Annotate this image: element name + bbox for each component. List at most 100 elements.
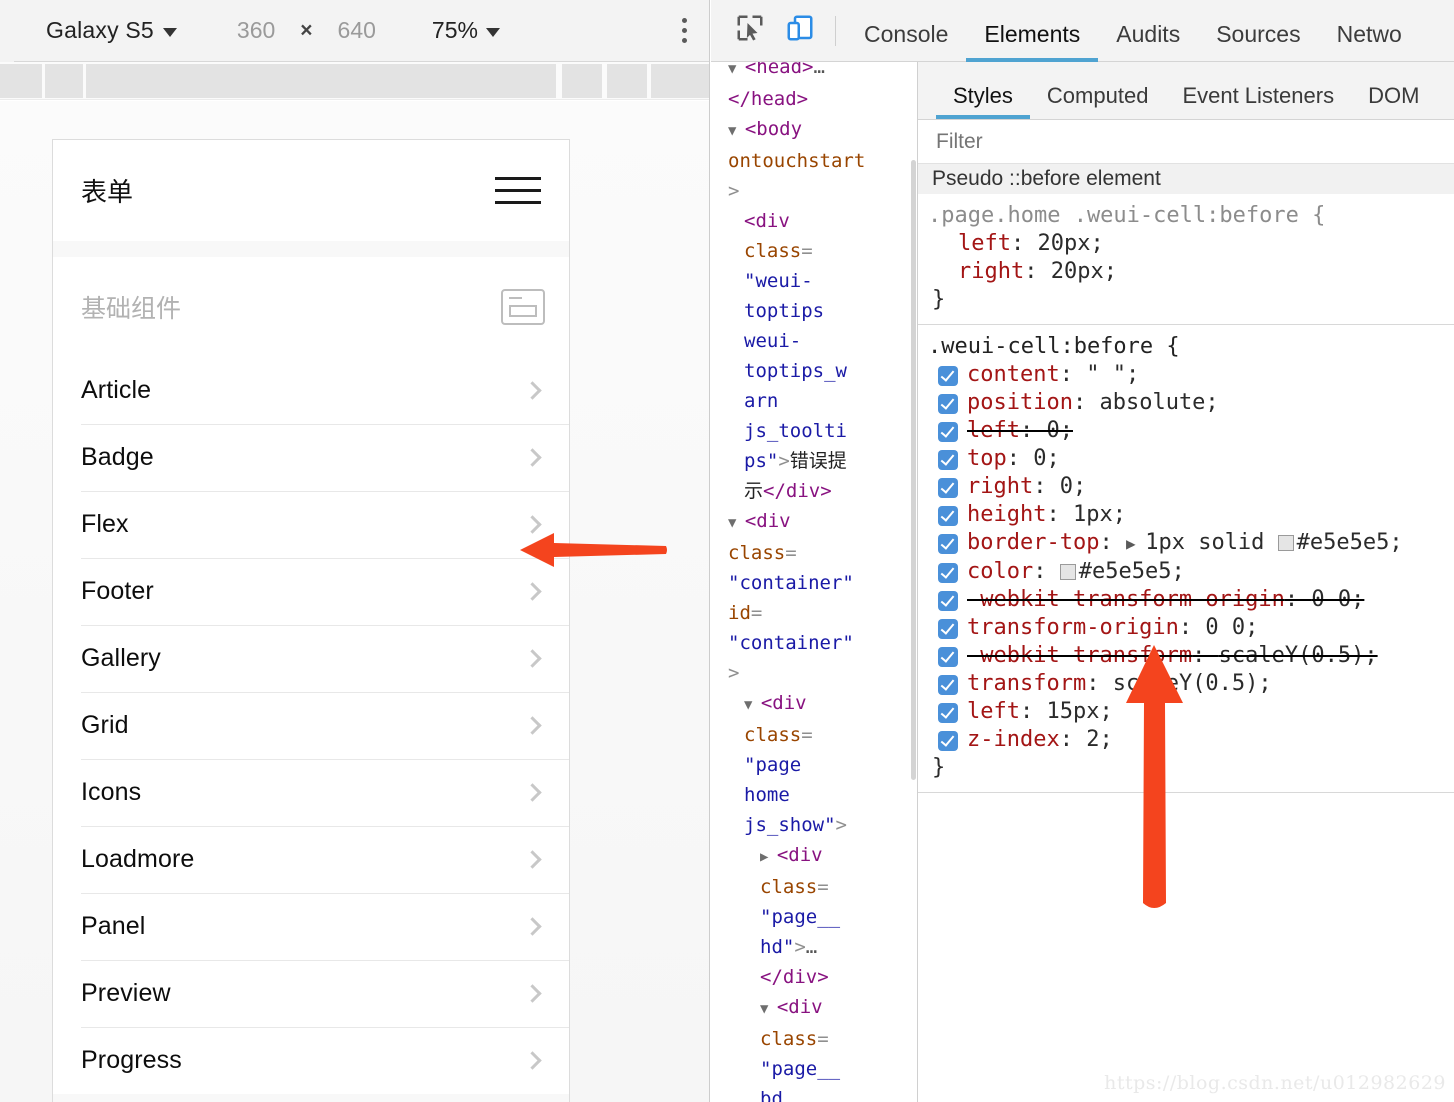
list-item[interactable]: Flex — [53, 491, 569, 558]
tab-netwo[interactable]: Netwo — [1319, 21, 1420, 62]
dom-node-line[interactable]: "weui- — [728, 266, 909, 296]
device-more-options-button[interactable] — [674, 12, 695, 49]
viewport-height-input[interactable]: 640 — [338, 17, 376, 44]
declaration-checkbox[interactable] — [938, 534, 958, 554]
css-declaration[interactable]: -webkit-transform: scaleY(0.5); — [928, 642, 1454, 670]
css-property-value[interactable]: 1px; — [1073, 502, 1126, 527]
css-property-name[interactable]: content — [967, 362, 1060, 387]
css-property-name[interactable]: right — [967, 474, 1033, 499]
media-query-segment[interactable] — [86, 64, 556, 98]
css-property-name[interactable]: height — [967, 502, 1046, 527]
css-property-name[interactable]: top — [967, 446, 1007, 471]
dom-node-line[interactable]: toptips_w — [728, 356, 909, 386]
css-declaration[interactable]: left: 15px; — [928, 698, 1454, 726]
css-value-color[interactable]: #e5e5e5; — [1079, 559, 1185, 584]
declaration-checkbox[interactable] — [938, 591, 958, 611]
dom-node-line[interactable]: > — [728, 176, 909, 206]
css-value-color[interactable]: #e5e5e5; — [1297, 530, 1403, 555]
inspect-element-icon[interactable] — [725, 7, 775, 54]
hamburger-menu-icon[interactable] — [491, 173, 545, 208]
dom-node-line[interactable]: ▶ <div — [728, 840, 909, 872]
css-declaration[interactable]: color: #e5e5e5; — [928, 558, 1454, 586]
dom-node-line[interactable]: home — [728, 780, 909, 810]
sidebar-tab-computed[interactable]: Computed — [1030, 83, 1166, 119]
media-query-segment[interactable] — [607, 64, 647, 98]
dom-tree-pane[interactable]: ▼ <head>… </head> ▼ <body ontouchstart > <div… — [710, 0, 918, 1102]
expand-triangle-icon[interactable]: ▶ — [760, 849, 777, 865]
dom-node-line[interactable]: hd">… — [728, 932, 909, 962]
css-property-name[interactable]: left — [967, 699, 1020, 724]
css-property-name[interactable]: z-index — [967, 727, 1060, 752]
list-item[interactable]: Gallery — [53, 625, 569, 692]
device-selector[interactable]: Galaxy S5 — [46, 17, 177, 44]
dom-node-line[interactable]: </div> — [728, 962, 909, 992]
dom-node-line[interactable]: class= — [728, 1024, 909, 1054]
styles-sidebar-tabs[interactable]: Styles Computed Event Listeners DOM — [918, 62, 1454, 120]
css-declaration[interactable]: -webkit-transform-origin: 0 0; — [928, 586, 1454, 614]
expand-triangle-icon[interactable]: ▼ — [744, 697, 761, 713]
expand-triangle-icon[interactable]: ▼ — [728, 515, 745, 531]
css-property-value[interactable]: 0; — [1046, 418, 1073, 443]
list-item[interactable]: Panel — [53, 893, 569, 960]
css-property-value[interactable]: scaleY(0.5); — [1219, 643, 1378, 668]
sidebar-tab-styles[interactable]: Styles — [936, 83, 1030, 119]
dom-node-line[interactable]: <div — [728, 206, 909, 236]
css-property-name[interactable]: right — [958, 259, 1024, 284]
css-property-value[interactable]: 0 0; — [1311, 587, 1364, 612]
css-property-value[interactable]: 2; — [1086, 727, 1113, 752]
declaration-checkbox[interactable] — [938, 394, 958, 414]
declaration-checkbox[interactable] — [938, 731, 958, 751]
css-property-value[interactable]: 0 0; — [1205, 615, 1258, 640]
dom-node-line[interactable]: class= — [728, 236, 909, 266]
dom-node-line[interactable]: "container" — [728, 628, 909, 658]
sidebar-tab-dom[interactable]: DOM — [1351, 83, 1436, 119]
declaration-checkbox[interactable] — [938, 506, 958, 526]
dom-node-line[interactable]: class= — [728, 872, 909, 902]
declaration-checkbox[interactable] — [938, 450, 958, 470]
css-property-name[interactable]: border-top — [967, 530, 1099, 555]
list-item[interactable]: Loadmore — [53, 826, 569, 893]
css-property-value[interactable]: 0; — [1033, 446, 1060, 471]
dom-node-line[interactable]: </head> — [728, 84, 909, 114]
list-item[interactable]: Badge — [53, 424, 569, 491]
dom-tree[interactable]: ▼ <head>… </head> ▼ <body ontouchstart > <div… — [710, 0, 917, 1102]
css-declaration[interactable]: left: 20px; — [928, 230, 1454, 258]
media-query-segment[interactable] — [0, 64, 42, 98]
color-swatch[interactable] — [1277, 535, 1294, 551]
media-query-segment[interactable] — [562, 64, 602, 98]
declaration-checkbox[interactable] — [938, 675, 958, 695]
dom-node-line[interactable]: ▼ <div — [728, 688, 909, 720]
list-item[interactable]: Article — [53, 357, 569, 424]
dom-node-line[interactable]: ▼ <div — [728, 992, 909, 1024]
css-declaration[interactable]: height: 1px; — [928, 501, 1454, 529]
css-property-value[interactable]: 20px; — [1037, 231, 1103, 256]
dom-node-line[interactable]: class= — [728, 720, 909, 750]
css-declaration[interactable]: border-top: ▶ 1px solid #e5e5e5; — [928, 529, 1454, 558]
dom-node-line[interactable]: id= — [728, 598, 909, 628]
expand-triangle-icon[interactable]: ▼ — [728, 123, 745, 139]
declaration-checkbox[interactable] — [938, 478, 958, 498]
tab-console[interactable]: Console — [846, 21, 966, 62]
dom-node-line[interactable]: ▼ <body — [728, 114, 909, 146]
list-item[interactable]: Footer — [53, 558, 569, 625]
list-item[interactable]: Icons — [53, 759, 569, 826]
css-declaration[interactable]: z-index: 2; — [928, 726, 1454, 754]
dom-node-line[interactable]: toptips — [728, 296, 909, 326]
declaration-checkbox[interactable] — [938, 422, 958, 442]
declaration-checkbox[interactable] — [938, 703, 958, 723]
expand-triangle-icon[interactable]: ▼ — [728, 61, 745, 77]
viewport-width-input[interactable]: 360 — [237, 17, 275, 44]
css-property-name[interactable]: transform — [967, 671, 1086, 696]
css-declaration[interactable]: left: 0; — [928, 417, 1454, 445]
css-property-value[interactable]: " "; — [1086, 362, 1139, 387]
css-selector[interactable]: .weui-cell:before { — [928, 333, 1454, 361]
css-property-value[interactable]: absolute; — [1099, 390, 1218, 415]
declaration-checkbox[interactable] — [938, 647, 958, 667]
css-declaration[interactable]: transform-origin: 0 0; — [928, 614, 1454, 642]
dom-node-line[interactable]: > — [728, 658, 909, 688]
media-query-segment[interactable] — [45, 64, 83, 98]
css-property-value[interactable]: 20px; — [1051, 259, 1117, 284]
dom-node-line[interactable]: "page — [728, 750, 909, 780]
css-selector[interactable]: .page.home .weui-cell:before { — [928, 202, 1454, 230]
tab-audits[interactable]: Audits — [1098, 21, 1198, 62]
